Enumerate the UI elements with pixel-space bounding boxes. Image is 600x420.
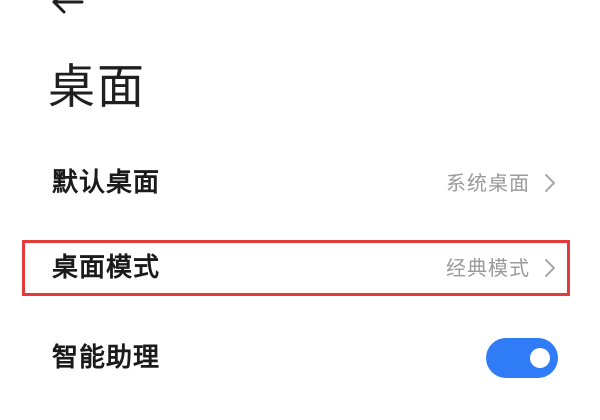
back-button[interactable] bbox=[46, 0, 90, 20]
setting-row-default-desktop[interactable]: 默认桌面 系统桌面 bbox=[22, 155, 570, 211]
setting-label: 默认桌面 bbox=[52, 168, 161, 198]
page-title: 桌面 bbox=[48, 60, 146, 115]
chevron-right-icon bbox=[545, 174, 555, 192]
toggle-knob bbox=[530, 348, 550, 368]
setting-value: 系统桌面 bbox=[446, 171, 530, 195]
chevron-right-icon bbox=[545, 259, 555, 277]
settings-screen: 桌面 默认桌面 系统桌面 桌面模式 经典模式 智能助理 bbox=[0, 0, 600, 420]
smart-assistant-toggle[interactable] bbox=[486, 338, 558, 378]
setting-label: 桌面模式 bbox=[52, 253, 161, 283]
setting-row-desktop-mode[interactable]: 桌面模式 经典模式 bbox=[22, 240, 570, 296]
setting-label: 智能助理 bbox=[52, 343, 161, 373]
setting-value: 经典模式 bbox=[446, 256, 530, 280]
setting-row-smart-assistant: 智能助理 bbox=[22, 330, 570, 386]
back-arrow-icon bbox=[52, 0, 84, 14]
